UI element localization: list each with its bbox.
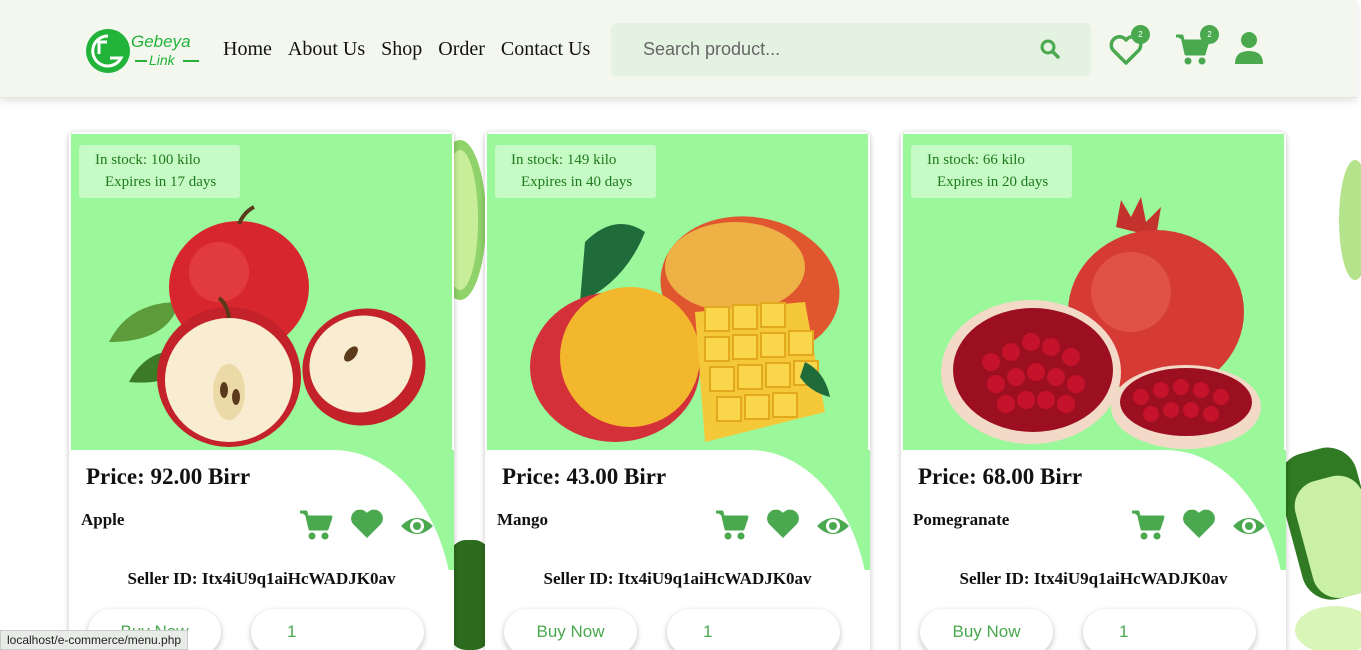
product-name: Apple bbox=[81, 510, 125, 529]
background-cucumber-right bbox=[1285, 160, 1361, 650]
stock-text: In stock: 66 kilo bbox=[927, 152, 1025, 168]
account-button[interactable] bbox=[1233, 30, 1265, 66]
buy-now-button[interactable]: Buy Now bbox=[920, 609, 1053, 650]
nav-about-us[interactable]: About Us bbox=[288, 37, 365, 61]
search-bar bbox=[611, 23, 1091, 76]
logo-text-bottom: Link bbox=[149, 52, 175, 68]
cart-icon bbox=[300, 510, 333, 540]
stock-badge: In stock: 66 kilo Expires in 20 days bbox=[911, 145, 1072, 198]
stock-text: In stock: 100 kilo bbox=[95, 152, 201, 168]
stock-text: In stock: 149 kilo bbox=[511, 152, 617, 168]
product-price: Price: 68.00 Birr bbox=[918, 464, 1083, 489]
eye-icon bbox=[1233, 518, 1265, 534]
cart-button[interactable]: 2 bbox=[1174, 25, 1219, 68]
site-header: Gebeya Link Home About Us Shop Order Con… bbox=[0, 0, 1357, 98]
quantity-input[interactable] bbox=[251, 609, 424, 650]
expiry-text: Expires in 17 days bbox=[105, 174, 217, 190]
expiry-text: Expires in 40 days bbox=[521, 174, 633, 190]
product-price: Price: 43.00 Birr bbox=[502, 464, 667, 489]
cart-count-badge: 2 bbox=[1200, 25, 1219, 44]
stock-badge: In stock: 149 kilo Expires in 40 days bbox=[495, 145, 656, 198]
quantity-input[interactable] bbox=[1083, 609, 1256, 650]
mango-image bbox=[530, 216, 840, 442]
add-to-wishlist-button[interactable] bbox=[766, 508, 802, 542]
product-name: Mango bbox=[497, 510, 548, 529]
heart-icon bbox=[767, 509, 799, 538]
pomegranate-image bbox=[941, 197, 1261, 449]
eye-icon bbox=[817, 518, 849, 534]
logo-text-top: Gebeya bbox=[131, 32, 191, 51]
search-button[interactable] bbox=[1039, 38, 1063, 62]
add-to-cart-button[interactable] bbox=[714, 508, 750, 542]
product-card-mango: In stock: 149 kilo Expires in 40 days Pr… bbox=[485, 132, 870, 650]
heart-icon bbox=[1183, 509, 1215, 538]
nav-contact-us[interactable]: Contact Us bbox=[501, 37, 590, 61]
seller-id: Seller ID: Itx4iU9q1aiHcWADJK0av bbox=[543, 569, 812, 588]
add-to-cart-button[interactable] bbox=[1130, 508, 1166, 542]
product-name: Pomegranate bbox=[913, 510, 1010, 529]
seller-id: Seller ID: Itx4iU9q1aiHcWADJK0av bbox=[959, 569, 1228, 588]
cart-icon bbox=[716, 510, 749, 540]
add-to-wishlist-button[interactable] bbox=[350, 508, 386, 542]
search-input[interactable] bbox=[611, 23, 1021, 76]
heart-icon bbox=[351, 509, 383, 538]
main-nav: Home About Us Shop Order Contact Us bbox=[223, 37, 606, 61]
buy-now-button[interactable]: Buy Now bbox=[504, 609, 637, 650]
view-product-button[interactable] bbox=[400, 508, 436, 542]
brand-logo[interactable]: Gebeya Link bbox=[85, 28, 207, 76]
quantity-input[interactable] bbox=[667, 609, 840, 650]
stock-badge: In stock: 100 kilo Expires in 17 days bbox=[79, 145, 240, 198]
add-to-cart-button[interactable] bbox=[298, 508, 334, 542]
wishlist-count-badge: 2 bbox=[1131, 25, 1150, 44]
search-icon bbox=[1040, 39, 1060, 59]
user-icon bbox=[1235, 32, 1263, 64]
product-card-pomegranate: In stock: 66 kilo Expires in 20 days Pri… bbox=[901, 132, 1286, 650]
seller-id: Seller ID: Itx4iU9q1aiHcWADJK0av bbox=[127, 569, 396, 588]
nav-order[interactable]: Order bbox=[438, 37, 485, 61]
view-product-button[interactable] bbox=[816, 508, 852, 542]
view-product-button[interactable] bbox=[1232, 508, 1268, 542]
cart-icon bbox=[1132, 510, 1165, 540]
product-card-apple: In stock: 100 kilo Expires in 17 days Pr… bbox=[69, 132, 454, 650]
browser-status-url: localhost/e-commerce/menu.php bbox=[0, 630, 189, 650]
nav-shop[interactable]: Shop bbox=[381, 37, 422, 61]
add-to-wishlist-button[interactable] bbox=[1182, 508, 1218, 542]
eye-icon bbox=[401, 518, 433, 534]
nav-home[interactable]: Home bbox=[223, 37, 272, 61]
product-price: Price: 92.00 Birr bbox=[86, 464, 251, 489]
wishlist-button[interactable]: 2 bbox=[1108, 25, 1150, 68]
expiry-text: Expires in 20 days bbox=[937, 174, 1049, 190]
apple-image bbox=[109, 205, 426, 447]
